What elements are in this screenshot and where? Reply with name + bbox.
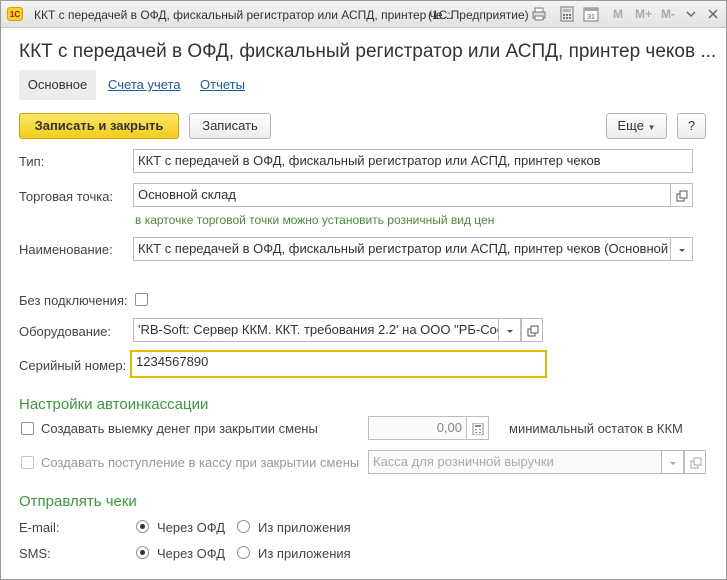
sms-from-app-radio[interactable] xyxy=(237,546,250,559)
cashbox-open-button[interactable] xyxy=(684,450,706,474)
help-button[interactable]: ? xyxy=(677,113,706,139)
window-app-name: (1С:Предприятие) xyxy=(428,8,529,22)
cashbox-field[interactable]: Касса для розничной выручки xyxy=(368,450,662,474)
min-amount-calculator-button[interactable] xyxy=(467,416,489,440)
memory-minus-button[interactable]: M- xyxy=(661,7,675,21)
offline-label: Без подключения: xyxy=(19,293,128,308)
open-icon xyxy=(676,190,688,202)
store-hint: в карточке торговой точки можно установи… xyxy=(135,213,495,227)
svg-text:31: 31 xyxy=(587,14,595,21)
close-icon[interactable] xyxy=(705,6,721,22)
sms-via-ofd-label: Через ОФД xyxy=(157,546,226,561)
email-from-app-label: Из приложения xyxy=(258,520,351,535)
more-button[interactable]: Еще ▼ xyxy=(606,113,667,139)
open-icon xyxy=(527,325,539,337)
store-open-button[interactable] xyxy=(671,183,693,207)
calculator-icon[interactable] xyxy=(559,6,575,22)
chevron-down-icon: ▼ xyxy=(647,123,656,132)
email-label: E-mail: xyxy=(19,520,60,535)
window-title: ККТ с передачей в ОФД, фискальный регист… xyxy=(34,8,453,22)
tab-accounts[interactable]: Счета учета xyxy=(108,70,181,100)
sms-via-ofd-radio[interactable] xyxy=(136,546,149,559)
send-section-title: Отправлять чеки xyxy=(19,493,137,510)
save-and-close-button[interactable]: Записать и закрыть xyxy=(19,113,179,139)
menu-icon[interactable] xyxy=(683,6,699,22)
calculator-icon xyxy=(472,423,484,435)
sms-from-app-label: Из приложения xyxy=(258,546,351,561)
store-field[interactable]: Основной склад xyxy=(133,183,671,207)
name-label: Наименование: xyxy=(19,242,113,257)
equipment-dropdown-button[interactable] xyxy=(499,318,521,342)
save-button[interactable]: Записать xyxy=(189,113,271,139)
printer-icon[interactable] xyxy=(531,6,547,22)
offline-checkbox[interactable] xyxy=(135,293,148,306)
dropdown-arrow-icon xyxy=(670,462,676,465)
title-bar: 1С ККТ с передачей в ОФД, фискальный рег… xyxy=(1,1,726,28)
min-amount-label: минимальный остаток в ККМ xyxy=(509,421,683,436)
dropdown-arrow-icon xyxy=(679,249,685,252)
deposit-checkbox[interactable] xyxy=(21,456,34,469)
email-from-app-radio[interactable] xyxy=(237,520,250,533)
deposit-label: Создавать поступление в кассу при закрыт… xyxy=(41,455,360,470)
collection-section-title: Настройки автоинкассации xyxy=(19,396,209,413)
1c-logo-icon: 1С xyxy=(7,7,23,21)
type-label: Тип: xyxy=(19,154,45,169)
equipment-field[interactable]: 'RB-Soft: Сервер ККМ. ККТ. требования 2.… xyxy=(133,318,499,342)
memory-button[interactable]: M xyxy=(613,7,623,21)
store-label: Торговая точка: xyxy=(19,189,114,204)
withdraw-label: Создавать выемку денег при закрытии смен… xyxy=(41,421,318,436)
dropdown-arrow-icon xyxy=(507,330,513,333)
name-field[interactable]: ККТ с передачей в ОФД, фискальный регист… xyxy=(133,237,671,261)
memory-plus-button[interactable]: M+ xyxy=(635,7,652,21)
equipment-open-button[interactable] xyxy=(521,318,543,342)
calendar-icon[interactable]: 31 xyxy=(583,6,599,22)
serial-number-input[interactable]: 1234567890 xyxy=(130,350,547,378)
sms-label: SMS: xyxy=(19,546,51,561)
type-field[interactable]: ККТ с передачей в ОФД, фискальный регист… xyxy=(133,149,693,173)
equipment-label: Оборудование: xyxy=(19,324,112,339)
name-dropdown-button[interactable] xyxy=(671,237,693,261)
page-title: ККТ с передачей в ОФД, фискальный регист… xyxy=(19,41,717,62)
email-via-ofd-radio[interactable] xyxy=(136,520,149,533)
tab-reports[interactable]: Отчеты xyxy=(200,70,245,100)
cashbox-dropdown-button[interactable] xyxy=(662,450,684,474)
min-amount-field[interactable]: 0,00 xyxy=(368,416,467,440)
email-via-ofd-label: Через ОФД xyxy=(157,520,226,535)
withdraw-checkbox[interactable] xyxy=(21,422,34,435)
more-button-label: Еще xyxy=(617,118,644,133)
tab-main[interactable]: Основное xyxy=(19,70,96,100)
open-icon xyxy=(690,457,702,469)
serial-label: Серийный номер: xyxy=(19,358,127,373)
app-window: 1С ККТ с передачей в ОФД, фискальный рег… xyxy=(0,0,727,580)
